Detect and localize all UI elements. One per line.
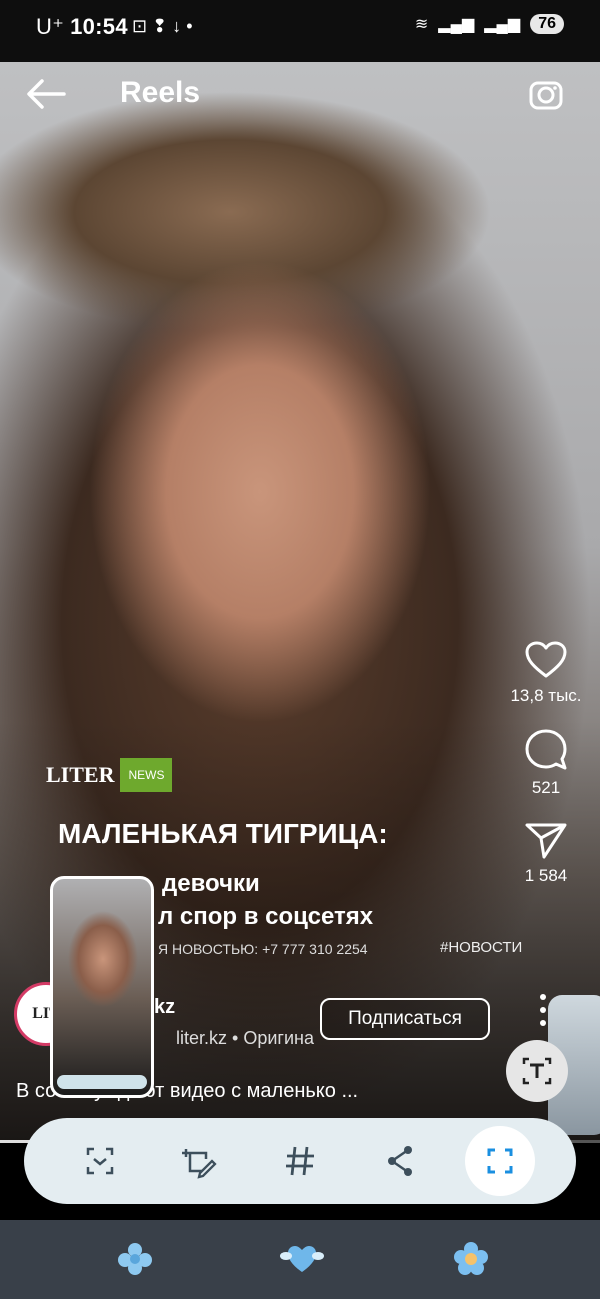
- screenshot-select-icon: [487, 1148, 513, 1174]
- camera-icon[interactable]: [528, 76, 566, 112]
- extract-text-button[interactable]: [506, 1040, 568, 1102]
- action-rail: 13,8 тыс. 521 1 584: [504, 640, 588, 908]
- video-headline: МАЛЕНЬКАЯ ТИГРИЦА:: [58, 818, 388, 849]
- screen-record-icon: ⊡: [132, 16, 148, 36]
- status-bar: U⁺ 10:54 ⊡ ❢ ↓ • ≋ ▂▄▆ ▂▄▆ 76: [0, 0, 600, 62]
- follow-button[interactable]: Подписаться: [320, 998, 490, 1040]
- signal-icon: ▂▄▆: [438, 16, 475, 33]
- video-subheadline-1: девочки: [162, 870, 260, 897]
- clock: 10:54: [70, 14, 128, 39]
- liter-news-logo: LITER NEWS: [46, 757, 173, 793]
- heart-icon[interactable]: [524, 640, 568, 680]
- comment-icon[interactable]: [524, 728, 568, 772]
- logo-liter-text: LITER: [46, 762, 115, 787]
- screenshot-toolbar: [24, 1118, 576, 1204]
- status-right: ≋ ▂▄▆ ▂▄▆ 76: [415, 14, 564, 34]
- video-contact-line: Я НОВОСТЬЮ: +7 777 310 2254: [158, 941, 368, 957]
- shares-count: 1 584: [524, 866, 568, 885]
- likes-count: 13,8 тыс.: [510, 686, 582, 705]
- screenshot-thumbnail[interactable]: [50, 876, 154, 1098]
- author-username[interactable]: kz: [154, 996, 175, 1019]
- hashtag-icon[interactable]: [276, 1137, 324, 1185]
- video-hashtag: #НОВОСТИ: [440, 939, 523, 956]
- screenshot-select-button[interactable]: [465, 1126, 535, 1196]
- comment-action[interactable]: 521: [504, 728, 588, 798]
- reels-header: Reels: [0, 62, 600, 126]
- page-title: Reels: [120, 76, 201, 109]
- share-icon[interactable]: [376, 1137, 424, 1185]
- dot-icon: •: [186, 16, 193, 36]
- clip-flower-icon[interactable]: [113, 1238, 157, 1278]
- flower-icon[interactable]: [449, 1238, 493, 1278]
- back-arrow-icon[interactable]: [26, 76, 66, 112]
- author-subline: liter.kz • Оригина: [176, 1028, 314, 1048]
- add-note-icon[interactable]: [176, 1137, 224, 1185]
- download-icon: ↓: [172, 16, 182, 36]
- send-icon[interactable]: [524, 820, 568, 860]
- wifi-icon: ≋: [414, 16, 429, 33]
- status-left: U⁺ 10:54: [36, 14, 128, 40]
- logo-news-badge: NEWS: [120, 758, 173, 792]
- comments-count: 521: [531, 778, 561, 797]
- thumbnail-toolbar: [57, 1075, 147, 1089]
- battery-indicator: 76: [530, 14, 564, 34]
- scan-icon[interactable]: [76, 1137, 124, 1185]
- signal-2-icon: ▂▄▆: [484, 16, 521, 33]
- like-action[interactable]: 13,8 тыс.: [504, 640, 588, 706]
- text-scan-icon: [522, 1057, 552, 1085]
- share-action[interactable]: 1 584: [504, 820, 588, 886]
- video-subheadline-2: л спор в соцсетях: [158, 903, 374, 930]
- heart-wings-icon[interactable]: [280, 1238, 324, 1278]
- notification-icons: ⊡ ❢ ↓ •: [132, 16, 193, 37]
- alert-icon: ❢: [152, 16, 168, 36]
- carrier-label: U⁺: [36, 14, 65, 39]
- bottom-navigation: [0, 1220, 600, 1299]
